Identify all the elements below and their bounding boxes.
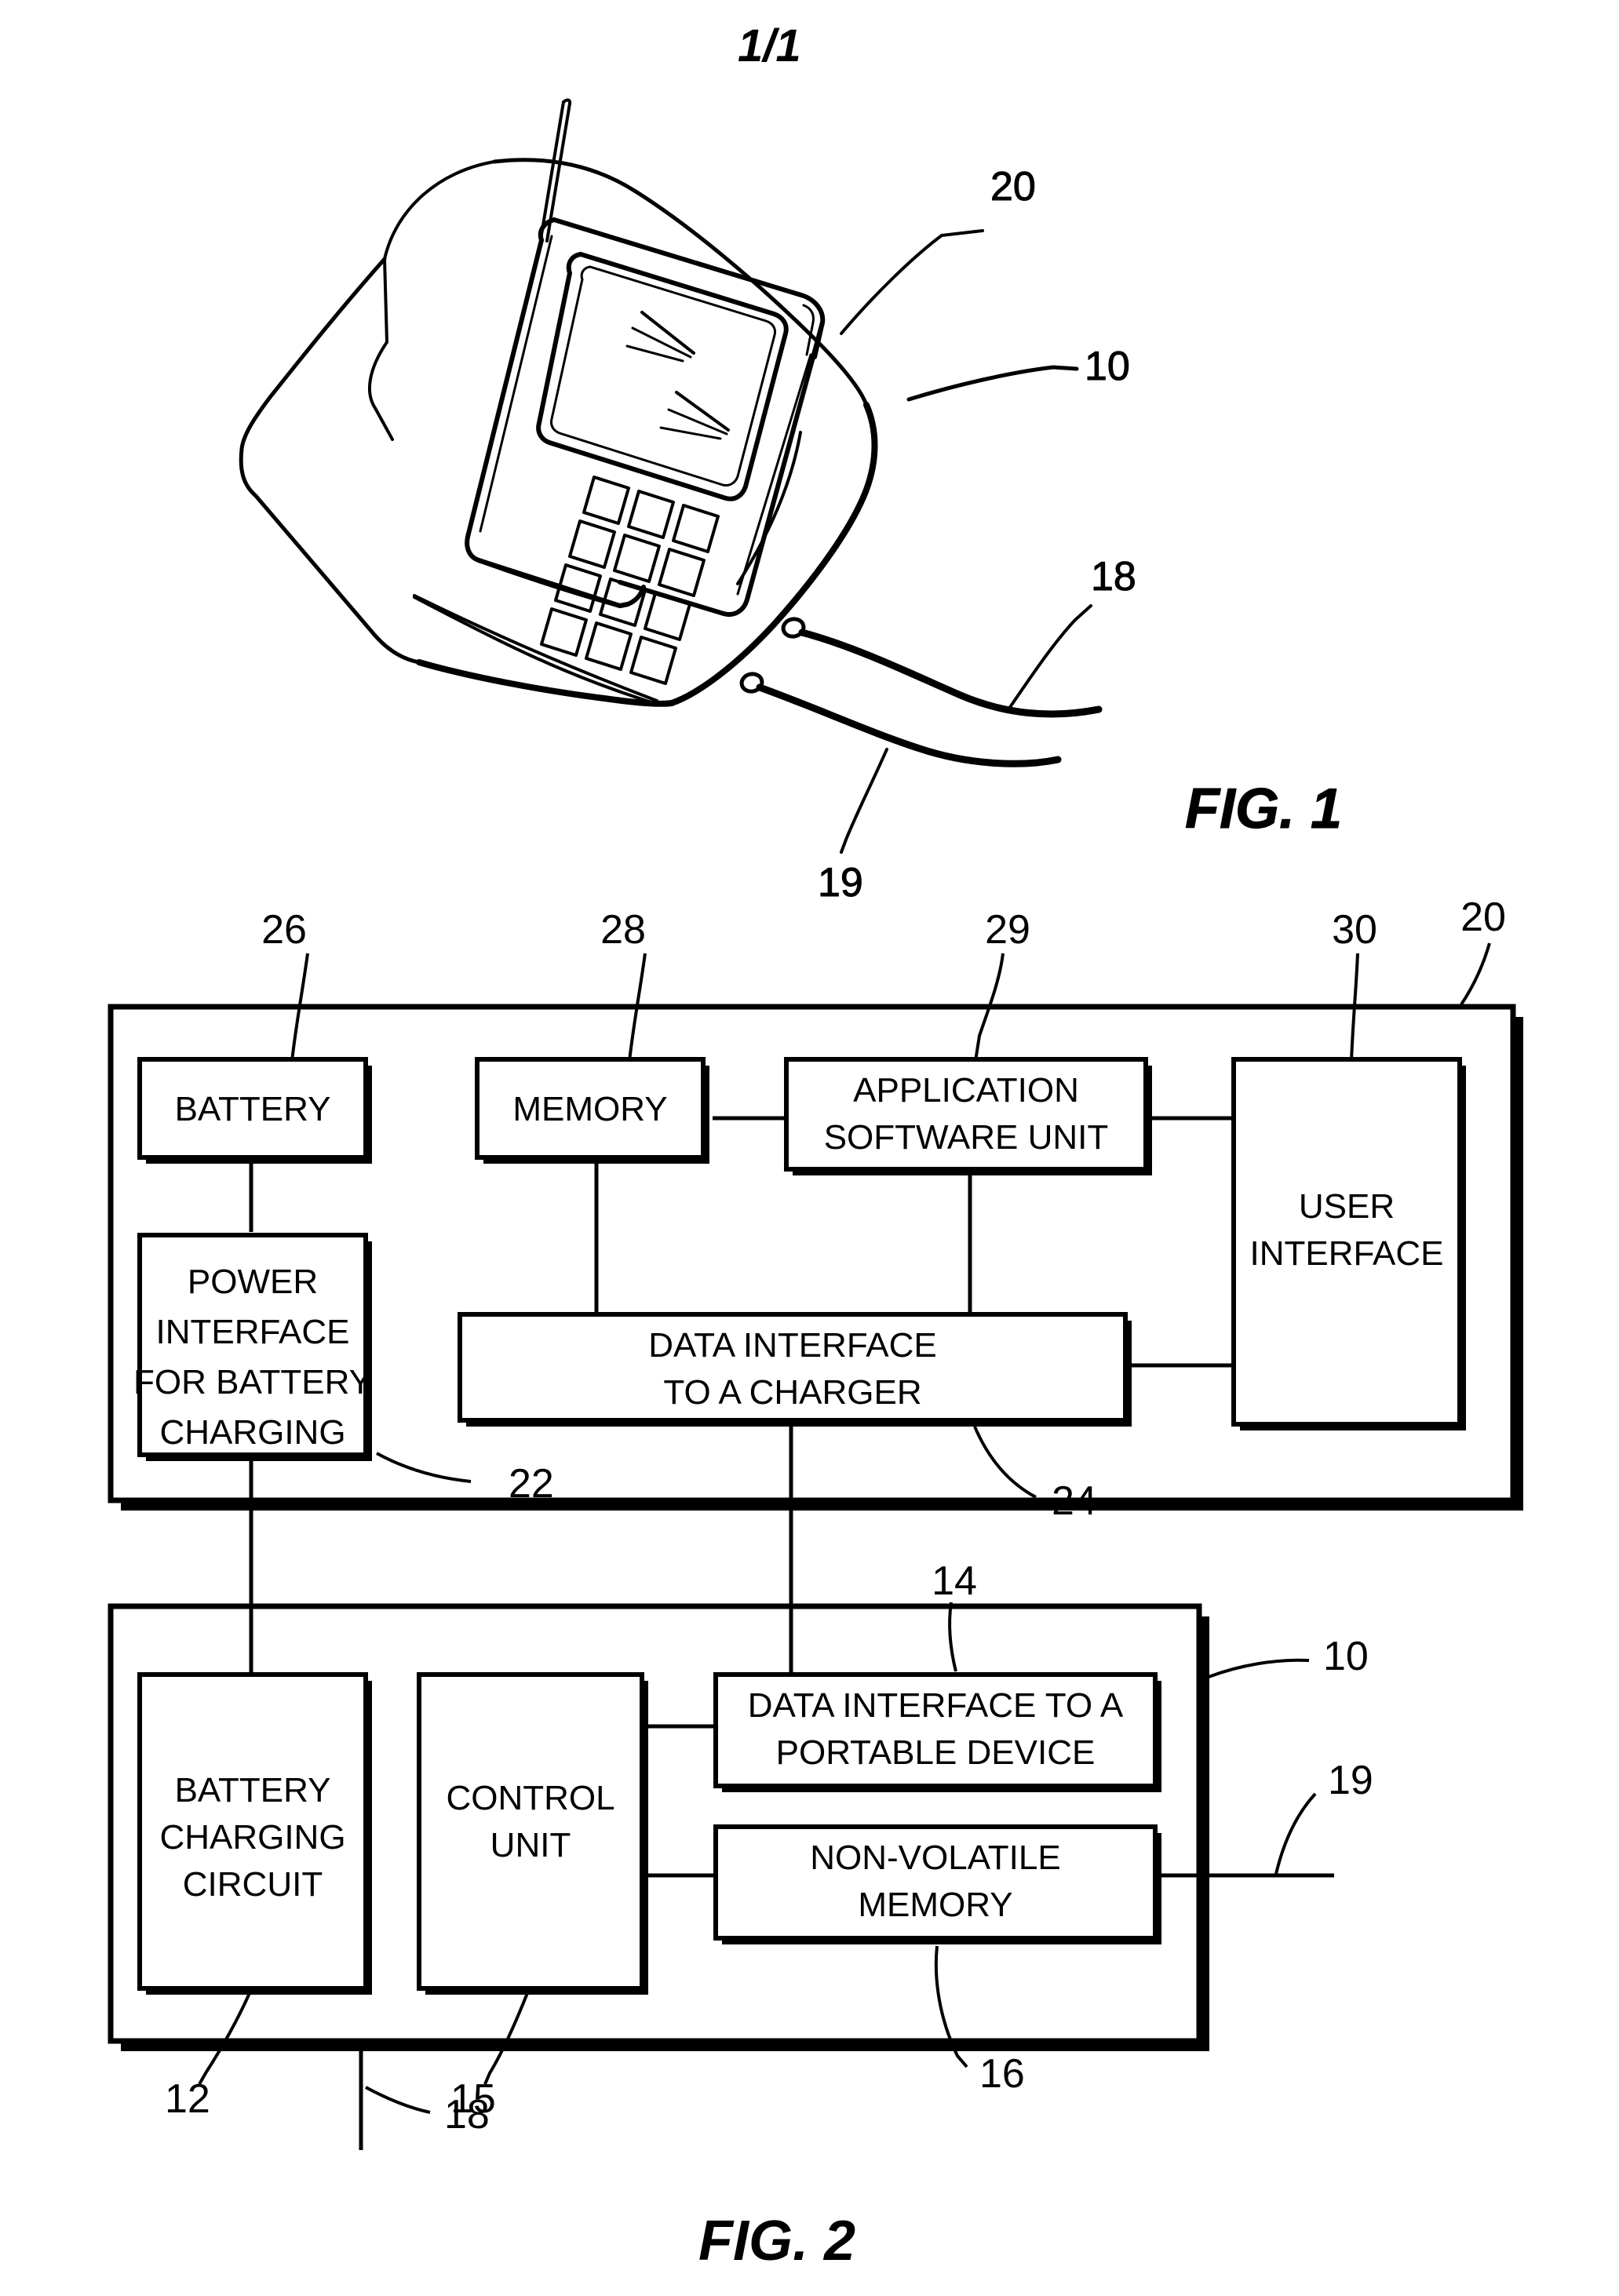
label-application-software-line1: APPLICATION [853,1071,1079,1110]
label-user-interface-line2: INTERFACE [1250,1234,1444,1273]
ref-numeral-10-fig1: 10 [1085,344,1130,389]
label-data-interface-device-line1: DATA INTERFACE TO A [748,1686,1124,1725]
connection-lines [249,1116,1334,2150]
figure-2-group: BATTERY POWER INTERFACE FOR BATTERY CHAR… [108,895,1523,2272]
ref-numeral-12: 12 [165,2076,210,2122]
data-cable-19 [756,683,1062,767]
drawing-canvas: 1/1 20 10 18 19 FIG. 1 BATTERY POWER INT… [108,20,1523,2272]
leader-20-fig1 [840,229,984,335]
label-control-unit-line2: UNIT [490,1826,571,1864]
leader-19-fig1 [840,748,888,854]
ref-numeral-19-fig1: 19 [818,860,863,906]
label-non-volatile-memory-line1: NON-VOLATILE [810,1839,1060,1877]
ref-numeral-16: 16 [979,2051,1025,2097]
label-battery-charging-line1: BATTERY [175,1771,331,1809]
ref-numeral-14: 14 [932,1558,977,1604]
figure-2-label: FIG. 2 [698,2210,855,2272]
label-application-software-line2: SOFTWARE UNIT [824,1118,1109,1157]
ref-numeral-20-fig1: 20 [990,164,1036,210]
ref-numeral-18-fig1: 18 [1091,554,1136,600]
label-power-interface-line1: POWER [188,1263,318,1301]
label-non-volatile-memory-line2: MEMORY [858,1886,1012,1924]
label-user-interface-line1: USER [1299,1187,1395,1226]
ref-numeral-10-fig2: 10 [1323,1634,1369,1679]
figure-1-group: 20 10 18 19 FIG. 1 [239,98,1343,906]
ref-numeral-22: 22 [509,1461,554,1507]
ref-numeral-19-fig2: 19 [1328,1758,1373,1803]
label-battery-charging-line3: CIRCUIT [183,1865,323,1904]
ref-numeral-15: 15 [450,2076,496,2122]
ref-numeral-24: 24 [1052,1478,1097,1524]
leader-18-fig1 [1005,604,1092,713]
label-data-interface-charger-line2: TO A CHARGER [663,1373,921,1412]
keypad [540,476,720,685]
ref-numeral-20-fig2: 20 [1460,895,1506,940]
label-control-unit-line1: CONTROL [446,1779,614,1817]
portable-device-phone [465,98,826,685]
label-battery-charging-line2: CHARGING [159,1818,345,1857]
label-data-interface-charger-line1: DATA INTERFACE [648,1326,937,1365]
patent-drawing-sheet: 1/1 20 10 18 19 FIG. 1 BATTERY POWER INT… [0,0,1619,2296]
label-power-interface-line4: CHARGING [159,1413,345,1452]
ref-numeral-30: 30 [1332,907,1377,953]
ref-numeral-29: 29 [985,907,1030,953]
label-power-interface-line3: FOR BATTERY [133,1363,372,1401]
label-power-interface-line2: INTERFACE [156,1313,350,1351]
figure-1-label: FIG. 1 [1185,778,1342,840]
label-data-interface-device-line2: PORTABLE DEVICE [776,1733,1096,1772]
leader-10-fig1 [906,365,1079,402]
label-battery: BATTERY [175,1090,331,1128]
ref-numeral-26: 26 [261,907,307,953]
label-memory: MEMORY [512,1090,667,1128]
sheet-number: 1/1 [738,20,801,71]
ref-numeral-28: 28 [600,907,646,953]
